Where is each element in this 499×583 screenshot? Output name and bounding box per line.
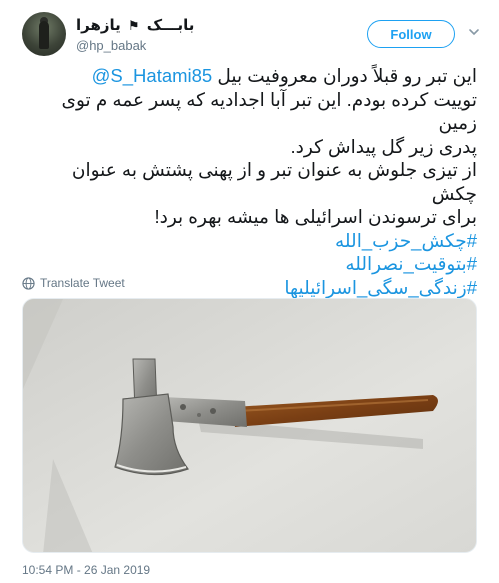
axe-hammer-image	[23, 299, 476, 552]
tweet-line-5: برای ترسوندن اسرائیلی ها میشه بهره برد!	[154, 206, 477, 227]
tweet-line-2: توییت کرده بودم. این تبر آبا اجدادیه که …	[61, 88, 477, 134]
flag-icon: ⚑	[127, 18, 140, 33]
tweet-photo[interactable]	[22, 298, 477, 553]
hashtag-link-1[interactable]: #چکش_حزب_الله	[335, 230, 477, 251]
author-name-part1: بابـــک	[146, 17, 195, 34]
hashtag-link-3[interactable]: #زندگی_سگی_اسرائیلیها	[284, 277, 477, 298]
translate-tweet-link[interactable]: Translate Tweet	[22, 276, 125, 290]
author-name[interactable]: بابـــک ⚑ یازهرا	[76, 16, 194, 34]
globe-icon	[22, 276, 35, 290]
tweet-timestamp[interactable]: 10:54 PM - 26 Jan 2019	[22, 563, 150, 577]
tweet-line-1-text: این تبر رو قبلاً دوران معروفیت بیل	[212, 65, 477, 86]
author-handle[interactable]: @hp_babak	[76, 38, 146, 53]
tweet-text: این تبر رو قبلاً دوران معروفیت بیل @S_Ha…	[22, 64, 477, 299]
author-name-part2: یازهرا	[76, 17, 121, 34]
follow-button[interactable]: Follow	[367, 20, 455, 48]
tweet-header: بابـــک ⚑ یازهرا @hp_babak Follow	[22, 12, 482, 56]
tweet-line-4: از تیزی جلوش به عنوان تبر و از پهنی پشتش…	[71, 159, 477, 204]
hashtag-link-2[interactable]: #بتوقیت_نصرالله	[345, 253, 477, 274]
mention-link[interactable]: @S_Hatami85	[92, 65, 213, 86]
tweet-line-1: این تبر رو قبلاً دوران معروفیت بیل @S_Ha…	[22, 64, 477, 88]
translate-label: Translate Tweet	[40, 276, 125, 290]
avatar-figure	[39, 21, 49, 49]
tweet-line-3: پدری زیر گل پیداش کرد.	[290, 135, 478, 157]
chevron-down-icon[interactable]	[468, 26, 480, 38]
avatar[interactable]	[22, 12, 66, 56]
